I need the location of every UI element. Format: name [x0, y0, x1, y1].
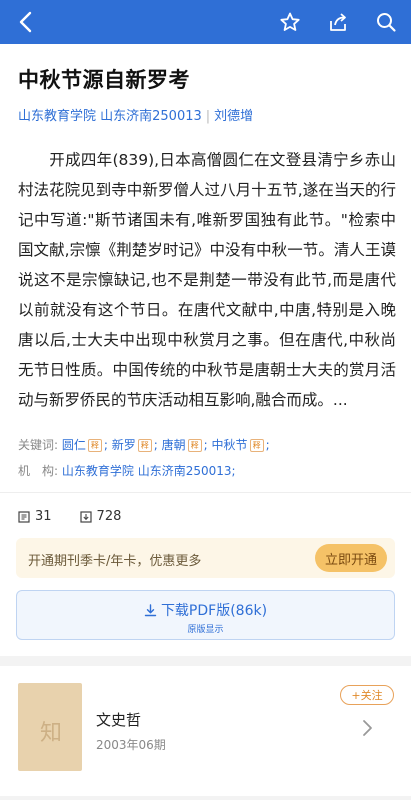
- activate-button[interactable]: 立即开通: [315, 544, 387, 572]
- search-icon: [375, 11, 397, 33]
- citation-value: 31: [35, 509, 52, 524]
- download-pdf-button[interactable]: 下载PDF版(86k) 原版显示: [16, 590, 395, 640]
- keywords-row: 关键词: 圆仁释; 新罗释; 唐朝释; 中秋节释;: [18, 436, 270, 453]
- keywords-label: 关键词:: [18, 438, 59, 452]
- explain-badge[interactable]: 释: [137, 439, 152, 452]
- article-abstract[interactable]: 开成四年(839),日本高僧圆仁在文登县清宁乡赤山村法花院见到寺中新罗僧人过八月…: [18, 145, 396, 415]
- section-gap: [0, 656, 411, 666]
- top-app-bar: [0, 0, 411, 44]
- share-icon: [327, 11, 349, 33]
- author-link[interactable]: 刘德增: [214, 109, 253, 124]
- explain-badge[interactable]: 释: [249, 439, 264, 452]
- keyword-item[interactable]: 唐朝释;: [162, 438, 208, 452]
- keyword-item[interactable]: 圆仁释;: [62, 438, 108, 452]
- journal-issue: 2003年06期: [96, 738, 166, 752]
- divider: [0, 492, 411, 493]
- organization-row: 机 构: 山东教育学院 山东济南250013;: [18, 462, 236, 479]
- star-icon: [279, 11, 301, 33]
- cover-glyph: 知: [40, 721, 63, 746]
- download-sub: 原版显示: [187, 625, 224, 635]
- journal-name[interactable]: 文史哲: [96, 709, 141, 730]
- organization-link[interactable]: 山东教育学院 山东济南250013;: [62, 464, 236, 478]
- follow-button[interactable]: +关注: [340, 685, 394, 705]
- meta-divider: |: [205, 109, 211, 124]
- journal-cover[interactable]: 知: [18, 683, 82, 771]
- download-value: 728: [96, 509, 122, 524]
- citation-icon: [18, 510, 30, 523]
- chevron-right-icon[interactable]: [361, 718, 373, 742]
- download-main: 下载PDF版(86k): [17, 600, 394, 620]
- article-title: 中秋节源自新罗考: [18, 68, 190, 92]
- keyword-item[interactable]: 新罗释;: [112, 438, 158, 452]
- download-count: 728: [79, 509, 122, 524]
- citation-count: 31: [18, 509, 52, 524]
- chevron-left-icon: [18, 11, 34, 33]
- stats-row: 31 728: [18, 509, 149, 524]
- search-button[interactable]: [366, 0, 406, 44]
- download-icon: [144, 603, 157, 617]
- promo-text: 开通期刊季卡/年卡，优惠更多: [28, 554, 202, 569]
- share-button[interactable]: [318, 0, 358, 44]
- subscription-promo: 开通期刊季卡/年卡，优惠更多 立即开通: [16, 538, 395, 578]
- abstract-text: 开成四年(839),日本高僧圆仁在文登县清宁乡赤山村法花院见到寺中新罗僧人过八月…: [18, 151, 396, 409]
- download-label: 下载PDF版(86k): [160, 603, 268, 619]
- bottom-strip: [0, 796, 411, 800]
- explain-badge[interactable]: 释: [187, 439, 202, 452]
- organization-label: 机 构:: [18, 464, 59, 478]
- article-meta: 山东教育学院 山东济南250013 | 刘德增: [18, 105, 253, 124]
- back-button[interactable]: [6, 0, 46, 44]
- institution-link[interactable]: 山东教育学院 山东济南250013: [18, 109, 202, 124]
- keyword-item[interactable]: 中秋节释;: [212, 438, 270, 452]
- favorite-button[interactable]: [270, 0, 310, 44]
- explain-badge[interactable]: 释: [87, 439, 102, 452]
- download-count-icon: [79, 510, 92, 523]
